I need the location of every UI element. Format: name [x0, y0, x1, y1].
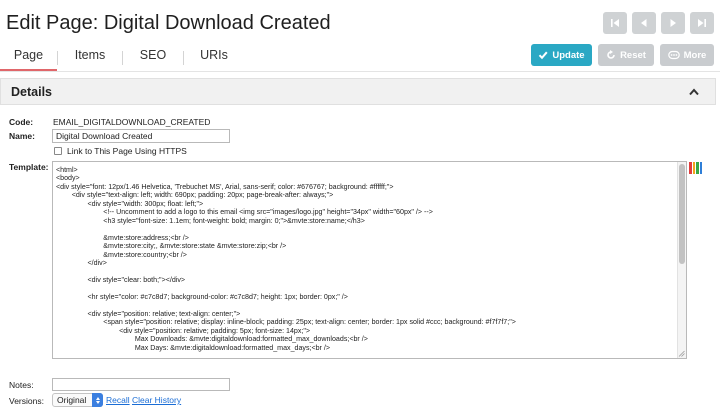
tab-uris[interactable]: URIs	[184, 44, 244, 72]
update-button[interactable]: Update	[531, 44, 592, 66]
template-label: Template:	[9, 162, 49, 172]
template-code-line: <div style="clear: both;"></div>	[56, 275, 186, 284]
section-title: Details	[11, 85, 52, 99]
versions-selected-value: Original	[57, 395, 87, 405]
template-code-line: Max Downloads: &mvte:digitaldownload:for…	[56, 335, 368, 344]
details-section-header[interactable]: Details	[0, 78, 716, 105]
template-code-line: <hr style="color: #c7c8d7; background-co…	[56, 292, 348, 301]
tab-seo[interactable]: SEO	[123, 44, 183, 72]
tab-items[interactable]: Items	[58, 44, 122, 72]
template-code-line	[56, 301, 676, 309]
checkmark-icon	[539, 51, 548, 60]
page-title: Edit Page: Digital Download Created	[6, 12, 331, 34]
reset-button[interactable]: Reset	[598, 44, 654, 66]
template-code-line: <div style="position: relative; padding:…	[56, 326, 311, 335]
record-navigation	[603, 12, 714, 34]
template-code-line: <div style="font: 12px/1.46 Helvetica, '…	[56, 182, 394, 191]
https-checkbox[interactable]	[54, 147, 62, 155]
reset-icon	[607, 50, 615, 59]
select-arrows-icon	[92, 393, 103, 407]
template-code-line: <div style="position: relative; text-ali…	[56, 309, 241, 318]
versions-select[interactable]: Original	[52, 393, 103, 407]
template-code-line	[56, 267, 676, 275]
template-code-line: &mvte:store:country;<br />	[56, 250, 187, 259]
previous-page-button[interactable]	[632, 12, 656, 34]
last-page-button[interactable]	[690, 12, 714, 34]
tab-label: Items	[74, 48, 106, 62]
template-code-line: <div style="text-align: left; width: 690…	[56, 191, 334, 200]
versions-label: Versions:	[9, 396, 44, 406]
template-code-line: <h3 style="font-size: 1.1em; font-weight…	[56, 216, 365, 225]
next-page-icon	[670, 19, 676, 27]
template-scrollbar[interactable]	[677, 162, 686, 358]
template-code-line: <body>	[56, 174, 80, 183]
template-code-line	[56, 225, 676, 233]
first-page-button[interactable]	[603, 12, 627, 34]
header-divider	[0, 71, 720, 72]
first-page-icon	[611, 19, 619, 27]
tab-label: URIs	[200, 48, 228, 62]
editor-toggle-icon[interactable]	[689, 162, 702, 174]
https-checkbox-label: Link to This Page Using HTTPS	[67, 146, 187, 156]
more-icon	[667, 50, 680, 60]
template-code-line: <span style="position: relative; display…	[56, 318, 516, 327]
name-field[interactable]: Digital Download Created	[52, 129, 230, 143]
template-code-line: <!-- Uncomment to add a logo to this ema…	[56, 208, 433, 217]
template-code-line	[56, 284, 676, 292]
reset-button-label: Reset	[620, 49, 646, 61]
template-code-line: &mvte:store:city;, &mvte:store:state &mv…	[56, 242, 287, 251]
tab-page[interactable]: Page	[0, 44, 57, 72]
recall-link[interactable]: Recall	[106, 395, 130, 405]
next-page-button[interactable]	[661, 12, 685, 34]
name-label: Name:	[9, 131, 35, 141]
last-page-icon	[698, 19, 706, 27]
template-code-line: </div>	[56, 258, 107, 267]
scrollbar-thumb[interactable]	[679, 164, 685, 264]
code-label: Code:	[9, 117, 34, 127]
template-editor[interactable]: <html> <body> <div style="font: 12px/1.46 …	[52, 161, 687, 359]
template-code-line: <div style="width: 300px; float: left;">	[56, 199, 204, 208]
clear-history-link[interactable]: Clear History	[132, 395, 181, 405]
previous-page-icon	[641, 19, 647, 27]
notes-label: Notes:	[9, 380, 34, 390]
tab-label: Page	[13, 48, 44, 62]
notes-field[interactable]	[52, 378, 230, 391]
resize-handle-icon[interactable]	[678, 350, 685, 357]
update-button-label: Update	[552, 49, 585, 61]
template-code-line: Max Days: &mvte:digitaldownload:formatte…	[56, 343, 331, 352]
template-code[interactable]: <html> <body> <div style="font: 12px/1.46 …	[56, 166, 676, 352]
code-value: EMAIL_DIGITALDOWNLOAD_CREATED	[53, 117, 211, 127]
tab-label: SEO	[139, 48, 167, 62]
template-code-line: &mvte:store:address;<br />	[56, 233, 189, 242]
action-buttons: Update Reset More	[531, 44, 714, 66]
more-button-label: More	[683, 49, 707, 61]
more-button[interactable]: More	[660, 44, 714, 66]
template-code-line: <html>	[56, 166, 78, 174]
chevron-up-icon[interactable]	[689, 88, 699, 96]
tab-bar: Page Items SEO URIs	[0, 44, 244, 72]
